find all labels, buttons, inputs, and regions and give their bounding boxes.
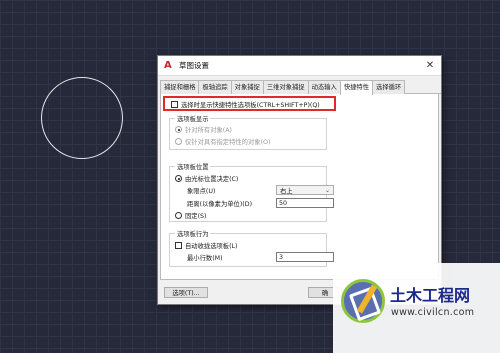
quadrant-label: 象限点(U): [187, 188, 216, 195]
static-option[interactable]: 固定(S): [175, 211, 207, 220]
custom-objects-option[interactable]: 仅针对具有指定特性的对象(O): [175, 137, 270, 146]
auto-collapse-checkbox[interactable]: [175, 242, 182, 249]
civilcn-logo-icon: [341, 279, 385, 323]
cursor-dependent-label: 由光标位置决定(C): [185, 176, 239, 183]
tab-quick-properties[interactable]: 快捷特性: [339, 80, 374, 95]
distance-input[interactable]: 50: [276, 198, 334, 208]
cursor-dependent-radio[interactable]: [175, 175, 182, 182]
all-objects-radio[interactable]: [175, 126, 182, 133]
all-objects-option[interactable]: 针对所有对象(A): [175, 125, 232, 134]
show-on-select-label: 选择时显示快捷特性选项板(CTRL+SHIFT+P)(Q): [181, 102, 320, 109]
chevron-down-icon: ⌄: [324, 186, 330, 194]
watermark-brand: 土木工程网: [390, 286, 471, 305]
drawn-circle[interactable]: [41, 77, 123, 159]
all-objects-label: 针对所有对象(A): [185, 127, 233, 134]
tab-snap-grid[interactable]: 捕捉和栅格: [160, 80, 200, 94]
palette-display-label: 选项板显示: [175, 114, 211, 123]
tab-object-snap[interactable]: 对象捕捉: [230, 80, 264, 94]
show-on-select-option[interactable]: 选择时显示快捷特性选项板(CTRL+SHIFT+P)(Q): [171, 100, 320, 109]
auto-collapse-label: 自动收拢选项板(L): [185, 243, 238, 250]
quadrant-value: 右上: [280, 187, 293, 195]
tab-3d-object-snap[interactable]: 三维对象捕捉: [262, 80, 309, 94]
min-rows-label: 最小行数(M): [187, 255, 223, 262]
static-label: 固定(S): [185, 213, 207, 220]
static-radio[interactable]: [175, 212, 182, 219]
watermark-url: www.civilcn.com: [391, 307, 475, 318]
tab-polar-tracking[interactable]: 极轴追踪: [198, 80, 232, 94]
close-button[interactable]: ✕: [419, 56, 441, 75]
show-on-select-checkbox[interactable]: [171, 101, 178, 108]
auto-collapse-option[interactable]: 自动收拢选项板(L): [175, 241, 238, 250]
dialog-titlebar[interactable]: A 草图设置 ✕: [158, 56, 441, 76]
custom-objects-radio[interactable]: [175, 138, 182, 145]
autocad-logo-icon: A: [164, 60, 172, 71]
watermark: 土木工程网 www.civilcn.com: [333, 263, 500, 353]
cursor-dependent-option[interactable]: 由光标位置决定(C): [175, 174, 238, 183]
tab-bar: 捕捉和栅格 极轴追踪 对象捕捉 三维对象捕捉 动态输入 快捷特性 选择循环: [160, 80, 441, 95]
quick-properties-panel: 选择时显示快捷特性选项板(CTRL+SHIFT+P)(Q) 选项板显示 针对所有…: [160, 94, 439, 280]
palette-behavior-label: 选项板行为: [175, 229, 211, 238]
dialog-title: 草图设置: [179, 61, 209, 70]
tab-selection-cycling[interactable]: 选择循环: [372, 80, 406, 94]
custom-objects-label: 仅针对具有指定特性的对象(O): [185, 139, 271, 146]
distance-label: 距离(以像素为单位)(D): [187, 201, 253, 208]
min-rows-input[interactable]: 3: [276, 252, 334, 262]
palette-location-label: 选项板位置: [175, 162, 211, 171]
options-button[interactable]: 选项(T)...: [164, 287, 208, 298]
tab-dynamic-input[interactable]: 动态输入: [307, 80, 341, 94]
quadrant-select[interactable]: 右上 ⌄: [276, 185, 334, 195]
